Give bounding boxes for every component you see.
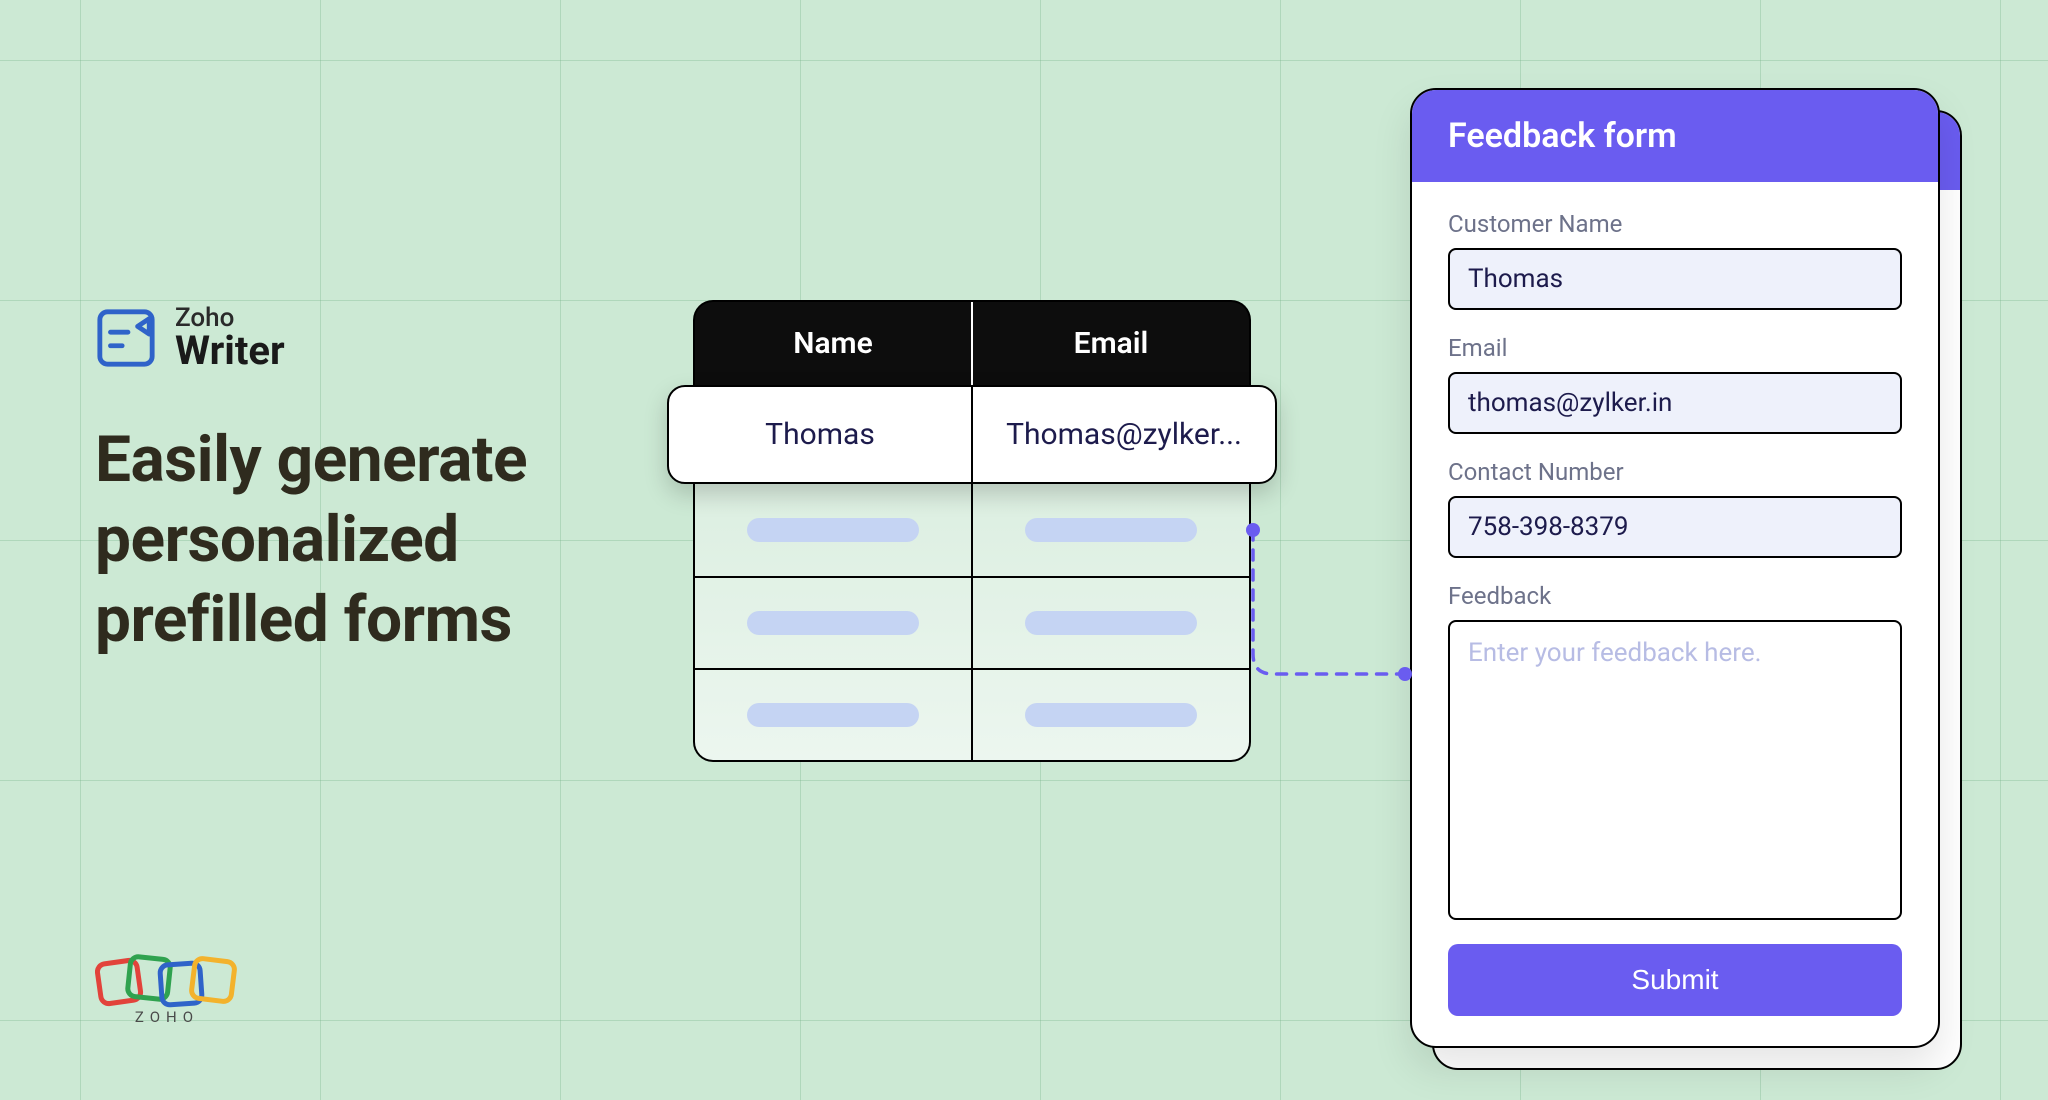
cell-placeholder xyxy=(971,670,1249,760)
textarea-feedback[interactable] xyxy=(1448,620,1902,920)
table-row[interactable] xyxy=(695,484,1249,576)
table-header-email: Email xyxy=(971,302,1249,385)
table-row[interactable] xyxy=(695,668,1249,760)
source-data-table: Name Email Thomas Thomas@zylker... xyxy=(693,300,1251,762)
label-feedback: Feedback xyxy=(1448,582,1902,620)
table-header-name: Name xyxy=(695,302,971,385)
headline-line: Easily generate xyxy=(95,420,527,500)
cell-placeholder xyxy=(695,578,971,668)
connector-line xyxy=(1245,522,1415,692)
cell-placeholder xyxy=(695,670,971,760)
cell-placeholder xyxy=(695,484,971,576)
table-row[interactable]: Thomas Thomas@zylker... xyxy=(667,385,1277,484)
zoho-logo: ZOHO xyxy=(95,946,245,1030)
label-customer-name: Customer Name xyxy=(1448,210,1902,248)
headline-line: personalized xyxy=(95,500,527,580)
brand-name: Writer xyxy=(175,331,285,371)
feedback-form-card: Feedback form Customer Name Email Contac… xyxy=(1410,88,1940,1048)
cell-placeholder xyxy=(971,578,1249,668)
label-contact-number: Contact Number xyxy=(1448,458,1902,496)
input-contact-number[interactable] xyxy=(1448,496,1902,558)
table-row[interactable] xyxy=(695,576,1249,668)
cell-name: Thomas xyxy=(669,387,971,482)
input-customer-name[interactable] xyxy=(1448,248,1902,310)
input-email[interactable] xyxy=(1448,372,1902,434)
label-email: Email xyxy=(1448,334,1902,372)
product-brand: Zoho Writer xyxy=(95,305,285,371)
cell-placeholder xyxy=(971,484,1249,576)
table-body xyxy=(693,484,1251,762)
page-headline: Easily generate personalized prefilled f… xyxy=(95,420,527,660)
submit-button[interactable]: Submit xyxy=(1448,944,1902,1016)
table-header-row: Name Email xyxy=(693,300,1251,385)
cell-email: Thomas@zylker... xyxy=(971,387,1275,482)
zoho-wordmark: ZOHO xyxy=(135,1008,199,1026)
headline-line: prefilled forms xyxy=(95,580,527,660)
form-title: Feedback form xyxy=(1412,90,1938,182)
writer-app-icon xyxy=(95,307,157,369)
